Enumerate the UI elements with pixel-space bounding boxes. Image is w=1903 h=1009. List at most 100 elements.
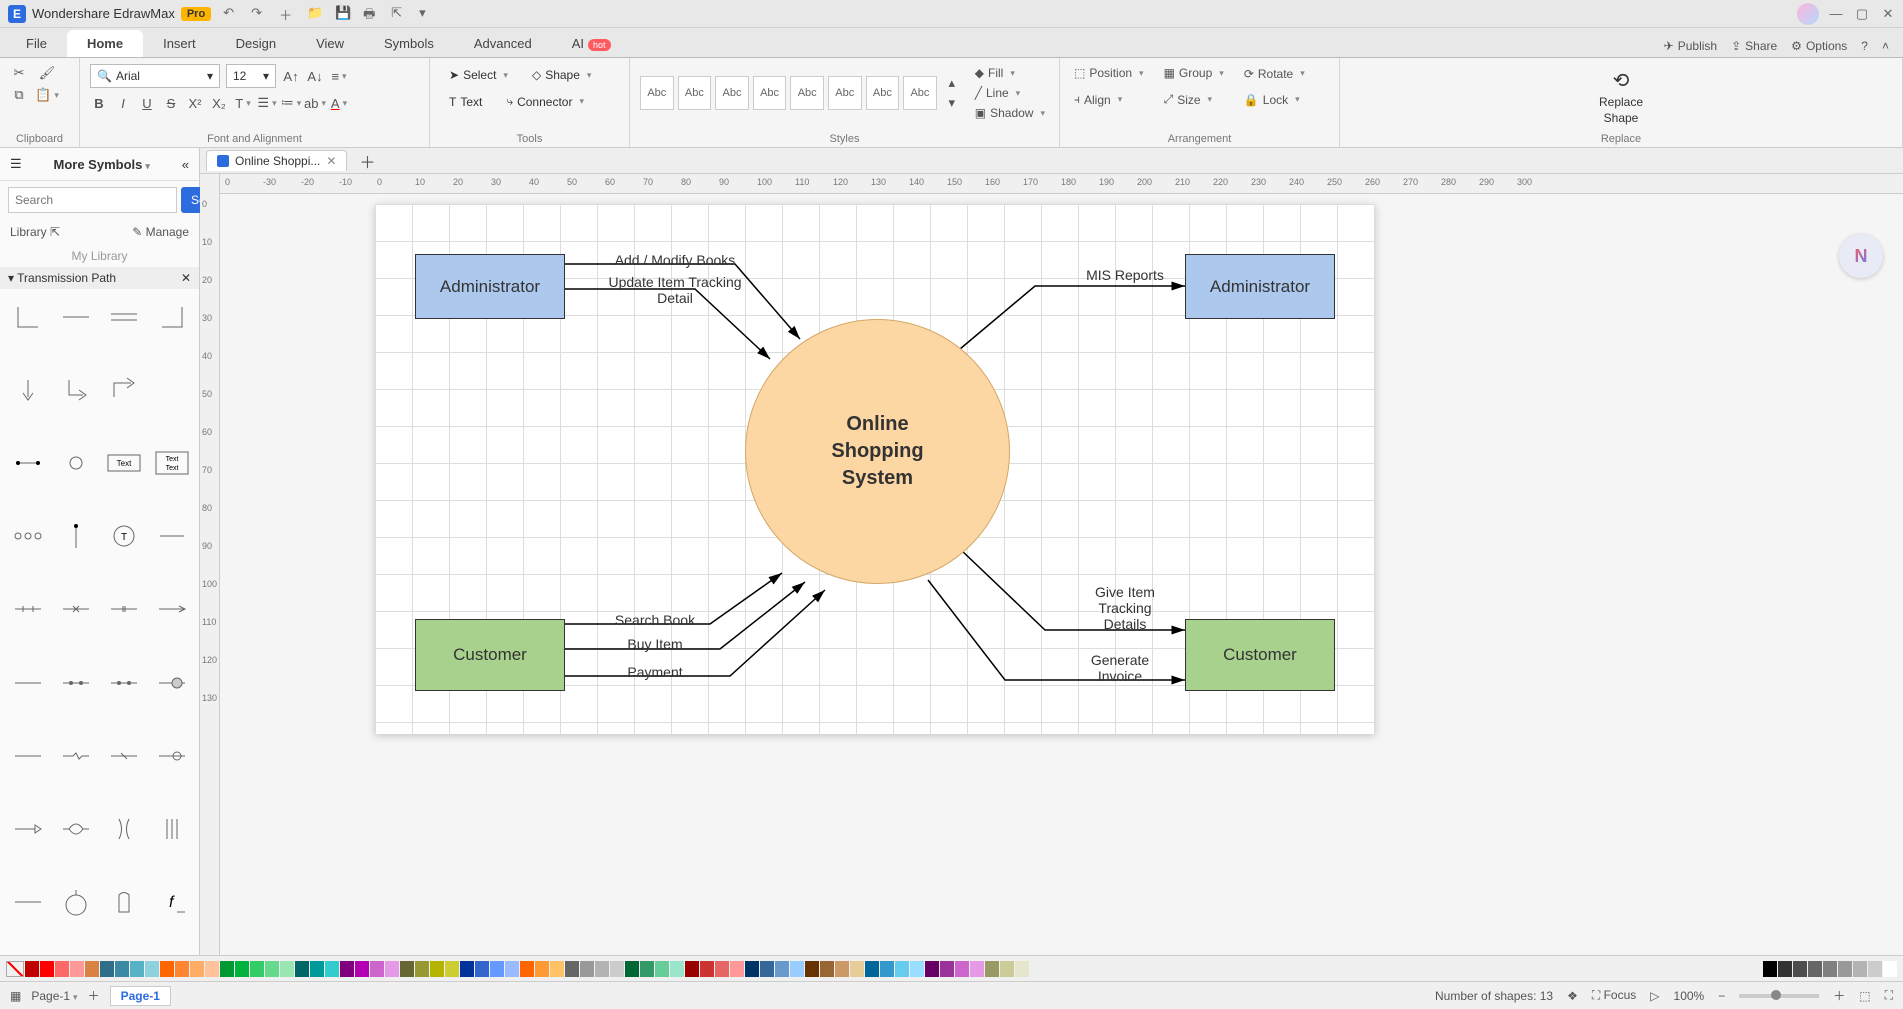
color-swatch[interactable] bbox=[295, 961, 309, 977]
shape-item[interactable] bbox=[8, 297, 48, 337]
case-icon[interactable]: T bbox=[234, 94, 252, 112]
shadow-button[interactable]: ▣Shadow bbox=[971, 104, 1049, 122]
open-icon[interactable]: 📁 bbox=[307, 5, 325, 23]
shape-item[interactable] bbox=[104, 882, 144, 922]
color-swatch[interactable] bbox=[520, 961, 534, 977]
color-swatch[interactable] bbox=[250, 961, 264, 977]
color-swatch[interactable] bbox=[160, 961, 174, 977]
manage-library-button[interactable]: ✎ Manage bbox=[132, 225, 189, 239]
color-swatch[interactable] bbox=[760, 961, 774, 977]
color-swatch[interactable] bbox=[100, 961, 114, 977]
color-swatch[interactable] bbox=[655, 961, 669, 977]
color-swatch[interactable] bbox=[1793, 961, 1807, 977]
color-swatch[interactable] bbox=[865, 961, 879, 977]
shape-item[interactable] bbox=[8, 809, 48, 849]
shape-center-system[interactable]: Online Shopping System bbox=[745, 319, 1010, 584]
zoom-out-icon[interactable]: − bbox=[1718, 989, 1725, 1003]
shape-item[interactable] bbox=[104, 370, 144, 410]
menu-file[interactable]: File bbox=[6, 30, 67, 57]
color-swatch[interactable] bbox=[580, 961, 594, 977]
color-swatch[interactable] bbox=[280, 961, 294, 977]
rotate-button[interactable]: ⟳Rotate bbox=[1240, 65, 1309, 83]
format-painter-icon[interactable]: 🖌 bbox=[38, 64, 56, 82]
menu-view[interactable]: View bbox=[296, 30, 364, 57]
color-swatch[interactable] bbox=[1853, 961, 1867, 977]
symbol-search-input[interactable] bbox=[8, 187, 177, 213]
undo-icon[interactable]: ↶ bbox=[223, 5, 241, 23]
drawing-page[interactable]: Administrator Administrator Customer Cus… bbox=[375, 204, 1375, 734]
shape-item[interactable] bbox=[8, 589, 48, 629]
collapse-ribbon-icon[interactable]: ˄ bbox=[1882, 39, 1889, 53]
shape-item[interactable] bbox=[56, 297, 96, 337]
color-swatch[interactable] bbox=[670, 961, 684, 977]
color-swatch[interactable] bbox=[55, 961, 69, 977]
label-search-book[interactable]: Search Book bbox=[575, 612, 735, 628]
shape-item[interactable] bbox=[56, 663, 96, 703]
color-swatch[interactable] bbox=[625, 961, 639, 977]
color-swatch[interactable] bbox=[235, 961, 249, 977]
color-swatch[interactable] bbox=[1000, 961, 1014, 977]
replace-shape-button[interactable]: ⟲ Replace Shape bbox=[1350, 64, 1892, 129]
color-swatch[interactable] bbox=[1808, 961, 1822, 977]
print-icon[interactable]: 🖶 bbox=[363, 5, 381, 23]
styles-scroll-down-icon[interactable]: ▾ bbox=[943, 94, 961, 112]
color-swatch[interactable] bbox=[400, 961, 414, 977]
shape-item[interactable]: T bbox=[104, 516, 144, 556]
shape-item[interactable] bbox=[104, 663, 144, 703]
menu-symbols[interactable]: Symbols bbox=[364, 30, 454, 57]
color-swatch[interactable] bbox=[385, 961, 399, 977]
subscript-icon[interactable]: X₂ bbox=[210, 94, 228, 112]
shape-item[interactable] bbox=[152, 736, 192, 776]
color-swatch[interactable] bbox=[175, 961, 189, 977]
label-mis-reports[interactable]: MIS Reports bbox=[1065, 267, 1185, 283]
lock-button[interactable]: 🔒Lock bbox=[1240, 91, 1309, 109]
color-swatch[interactable] bbox=[745, 961, 759, 977]
shape-item[interactable] bbox=[104, 297, 144, 337]
close-window-icon[interactable]: ✕ bbox=[1881, 6, 1895, 22]
page-selector[interactable]: Page-1 bbox=[31, 989, 77, 1003]
color-swatch[interactable] bbox=[1015, 961, 1029, 977]
presentation-icon[interactable]: ▷ bbox=[1650, 989, 1659, 1003]
category-header[interactable]: ▾ Transmission Path ✕ bbox=[0, 267, 199, 289]
color-swatch[interactable] bbox=[340, 961, 354, 977]
color-swatch[interactable] bbox=[25, 961, 39, 977]
color-swatch[interactable] bbox=[220, 961, 234, 977]
color-swatch[interactable] bbox=[925, 961, 939, 977]
color-swatch[interactable] bbox=[430, 961, 444, 977]
color-swatch[interactable] bbox=[730, 961, 744, 977]
shape-item[interactable] bbox=[56, 882, 96, 922]
color-swatch[interactable] bbox=[325, 961, 339, 977]
align-h-icon[interactable]: ≡ bbox=[330, 67, 348, 85]
connector-tool[interactable]: ⤷Connector bbox=[497, 90, 593, 113]
color-swatch[interactable] bbox=[355, 961, 369, 977]
canvas[interactable]: Administrator Administrator Customer Cus… bbox=[220, 194, 1903, 955]
label-generate-invoice[interactable]: GenerateInvoice bbox=[1060, 652, 1180, 684]
color-swatch[interactable] bbox=[550, 961, 564, 977]
color-swatch[interactable] bbox=[970, 961, 984, 977]
menu-design[interactable]: Design bbox=[216, 30, 296, 57]
color-swatch[interactable] bbox=[910, 961, 924, 977]
color-swatch[interactable] bbox=[805, 961, 819, 977]
fullscreen-icon[interactable]: ⛶ bbox=[1885, 988, 1893, 1003]
shape-item[interactable] bbox=[56, 736, 96, 776]
paste-icon[interactable]: 📋 bbox=[38, 86, 56, 104]
menu-ai[interactable]: AIhot bbox=[552, 30, 631, 57]
shape-item[interactable] bbox=[104, 736, 144, 776]
style-preset-6[interactable]: Abc bbox=[828, 76, 862, 110]
font-family-select[interactable]: 🔍 Arial▾ bbox=[90, 64, 220, 88]
shape-item[interactable]: f bbox=[152, 882, 192, 922]
color-swatch[interactable] bbox=[595, 961, 609, 977]
more-symbols-title[interactable]: More Symbols bbox=[54, 157, 150, 172]
options-button[interactable]: ⚙Options bbox=[1791, 39, 1847, 53]
shape-item[interactable] bbox=[56, 589, 96, 629]
styles-scroll-up-icon[interactable]: ▴ bbox=[943, 74, 961, 92]
color-swatch[interactable] bbox=[70, 961, 84, 977]
color-swatch[interactable] bbox=[415, 961, 429, 977]
group-button[interactable]: ▦Group bbox=[1160, 64, 1228, 82]
shape-item[interactable] bbox=[152, 663, 192, 703]
shape-item[interactable] bbox=[104, 809, 144, 849]
color-swatch[interactable] bbox=[565, 961, 579, 977]
shape-administrator-left[interactable]: Administrator bbox=[415, 254, 565, 319]
color-swatch[interactable] bbox=[460, 961, 474, 977]
style-preset-8[interactable]: Abc bbox=[903, 76, 937, 110]
